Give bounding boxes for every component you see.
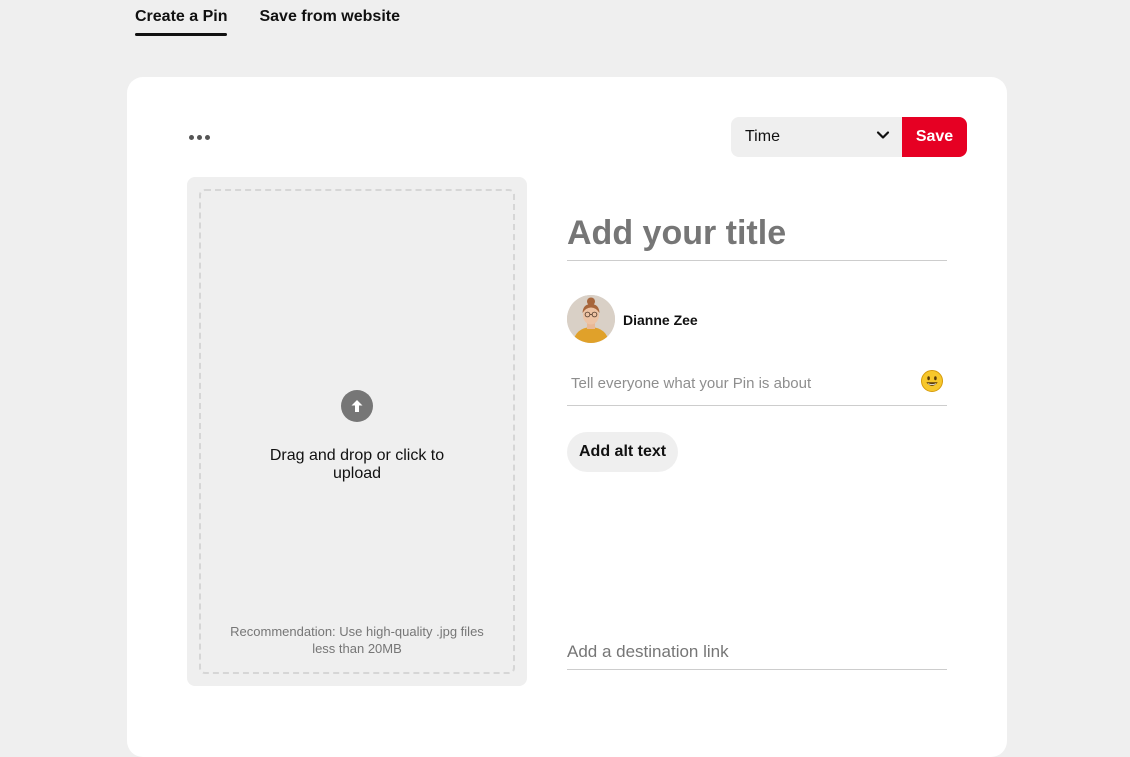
chevron-down-icon [876, 128, 890, 147]
add-alt-text-button[interactable]: Add alt text [567, 432, 679, 472]
board-select-value: Time [745, 128, 780, 145]
destination-link-input[interactable] [567, 635, 947, 670]
more-dots-icon[interactable] [187, 125, 211, 149]
board-select-dropdown[interactable]: Time [731, 117, 902, 157]
pin-tabs: Create a Pin Save from website [135, 0, 400, 38]
pin-builder-card: Time Save Drag and drop or click to uplo… [127, 77, 1007, 757]
upload-arrow-icon [341, 390, 373, 422]
upload-recommendation: Recommendation: Use high-quality .jpg fi… [230, 624, 484, 656]
user-name: Dianne Zee [623, 312, 698, 328]
upload-area: Drag and drop or click to upload Recomme… [187, 177, 527, 686]
upload-dropzone[interactable]: Drag and drop or click to upload Recomme… [199, 189, 515, 674]
tab-save-from-website[interactable]: Save from website [259, 0, 400, 38]
save-button[interactable]: Save [902, 117, 967, 157]
avatar [567, 295, 615, 343]
title-input[interactable] [567, 207, 947, 261]
smiley-emoji-icon[interactable] [920, 369, 944, 393]
description-input[interactable] [567, 362, 947, 406]
upload-instruction: Drag and drop or click to upload [269, 447, 445, 482]
tab-create-pin[interactable]: Create a Pin [135, 0, 228, 38]
